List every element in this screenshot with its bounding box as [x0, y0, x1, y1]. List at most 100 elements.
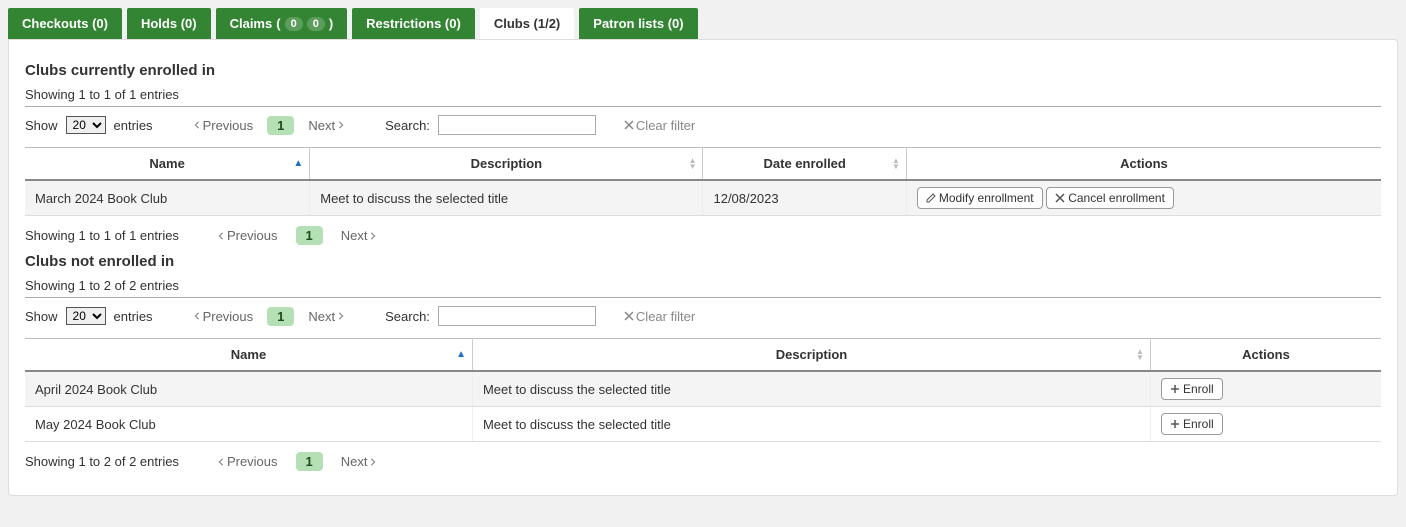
chevron-left-icon	[193, 312, 201, 320]
col-description-label: Description	[776, 347, 848, 362]
plus-icon	[1170, 419, 1180, 429]
not-enrolled-footer: Showing 1 to 2 of 2 entries Previous 1 N…	[25, 452, 1381, 471]
tab-clubs[interactable]: Clubs (1/2)	[480, 8, 574, 39]
table-row: May 2024 Book Club Meet to discuss the s…	[25, 407, 1381, 442]
sort-icon: ▲▼	[689, 158, 697, 170]
cell-name: May 2024 Book Club	[25, 407, 472, 442]
x-icon	[1055, 193, 1065, 203]
enrolled-footer-next[interactable]: Next	[335, 226, 384, 245]
enroll-label: Enroll	[1183, 382, 1214, 396]
tab-claims[interactable]: Claims ( 0 0 )	[216, 8, 348, 39]
enrolled-next-label: Next	[308, 118, 335, 133]
tab-checkouts[interactable]: Checkouts (0)	[8, 8, 122, 39]
enrolled-clear-filter[interactable]: Clear filter	[624, 118, 695, 133]
not-enrolled-controls: Show 20 entries Previous 1 Next Search: …	[25, 306, 1381, 326]
chevron-right-icon	[337, 121, 345, 129]
cancel-enrollment-button[interactable]: Cancel enrollment	[1046, 187, 1174, 209]
tab-restrictions[interactable]: Restrictions (0)	[352, 8, 475, 39]
chevron-left-icon	[217, 458, 225, 466]
enrolled-controls: Show 20 entries Previous 1 Next Search: …	[25, 115, 1381, 135]
col-description-label: Description	[471, 156, 543, 171]
cell-name: March 2024 Book Club	[25, 180, 310, 216]
enrolled-footer: Showing 1 to 1 of 1 entries Previous 1 N…	[25, 226, 1381, 245]
enrolled-current-page: 1	[267, 116, 294, 135]
cell-description: Meet to discuss the selected title	[472, 371, 1150, 407]
col-actions: Actions	[906, 148, 1381, 181]
cell-actions: Enroll	[1150, 371, 1381, 407]
not-enrolled-footer-prev[interactable]: Previous	[211, 452, 284, 471]
tab-patron-lists[interactable]: Patron lists (0)	[579, 8, 697, 39]
col-name-label: Name	[149, 156, 184, 171]
col-description[interactable]: Description ▲▼	[310, 148, 703, 181]
cell-actions: Modify enrollment Cancel enrollment	[906, 180, 1381, 216]
tab-bar: Checkouts (0) Holds (0) Claims ( 0 0 ) R…	[8, 8, 1398, 39]
col-description[interactable]: Description ▲▼	[472, 339, 1150, 372]
cell-description: Meet to discuss the selected title	[310, 180, 703, 216]
claims-count-2: 0	[307, 17, 325, 31]
sort-asc-icon: ▲	[293, 161, 303, 167]
chevron-left-icon	[217, 232, 225, 240]
tab-claims-label: Claims	[230, 16, 273, 31]
prev-label: Previous	[227, 454, 278, 469]
entries-label: entries	[114, 118, 153, 133]
col-name[interactable]: Name ▲	[25, 148, 310, 181]
not-enrolled-search-input[interactable]	[438, 306, 596, 326]
plus-icon	[1170, 384, 1180, 394]
chevron-right-icon	[337, 312, 345, 320]
col-name[interactable]: Name ▲	[25, 339, 472, 372]
tab-holds[interactable]: Holds (0)	[127, 8, 211, 39]
sort-asc-icon: ▲	[456, 352, 466, 358]
x-icon	[624, 311, 634, 321]
not-enrolled-footer-page: 1	[296, 452, 323, 471]
show-label: Show	[25, 118, 58, 133]
enroll-label: Enroll	[1183, 417, 1214, 431]
not-enrolled-current-page: 1	[267, 307, 294, 326]
col-date-enrolled[interactable]: Date enrolled ▲▼	[703, 148, 906, 181]
enrolled-footer-info: Showing 1 to 1 of 1 entries	[25, 228, 179, 243]
not-enrolled-next[interactable]: Next	[302, 307, 351, 326]
not-enrolled-footer-next[interactable]: Next	[335, 452, 384, 471]
sort-icon: ▲▼	[892, 158, 900, 170]
enrolled-footer-prev[interactable]: Previous	[211, 226, 284, 245]
clear-filter-label: Clear filter	[636, 118, 695, 133]
chevron-left-icon	[193, 121, 201, 129]
table-row: March 2024 Book Club Meet to discuss the…	[25, 180, 1381, 216]
chevron-right-icon	[369, 232, 377, 240]
col-actions-label: Actions	[1120, 156, 1168, 171]
cell-actions: Enroll	[1150, 407, 1381, 442]
prev-label: Previous	[203, 309, 254, 324]
not-enrolled-prev[interactable]: Previous	[187, 307, 260, 326]
cancel-label: Cancel enrollment	[1068, 191, 1165, 205]
tab-claims-paren-close: )	[329, 16, 333, 31]
enrolled-search-input[interactable]	[438, 115, 596, 135]
not-enrolled-clear-filter[interactable]: Clear filter	[624, 309, 695, 324]
pencil-icon	[926, 193, 936, 203]
next-label: Next	[341, 454, 368, 469]
modify-label: Modify enrollment	[939, 191, 1034, 205]
col-name-label: Name	[231, 347, 266, 362]
not-enrolled-info: Showing 1 to 2 of 2 entries	[25, 278, 1381, 298]
not-enrolled-footer-info: Showing 1 to 2 of 2 entries	[25, 454, 179, 469]
modify-enrollment-button[interactable]: Modify enrollment	[917, 187, 1043, 209]
not-enrolled-heading: Clubs not enrolled in	[25, 253, 1381, 270]
col-date-label: Date enrolled	[764, 156, 846, 171]
next-label: Next	[341, 228, 368, 243]
enrolled-next[interactable]: Next	[302, 116, 351, 135]
prev-label: Previous	[227, 228, 278, 243]
enrolled-table: Name ▲ Description ▲▼ Date enrolled ▲▼ A…	[25, 147, 1381, 216]
enroll-button[interactable]: Enroll	[1161, 413, 1223, 435]
not-enrolled-table: Name ▲ Description ▲▼ Actions April 2024…	[25, 338, 1381, 442]
col-actions-label: Actions	[1242, 347, 1290, 362]
enrolled-page-size-select[interactable]: 20	[66, 116, 106, 134]
enrolled-prev[interactable]: Previous	[187, 116, 260, 135]
enrolled-info: Showing 1 to 1 of 1 entries	[25, 87, 1381, 107]
next-label: Next	[308, 309, 335, 324]
enroll-button[interactable]: Enroll	[1161, 378, 1223, 400]
clear-filter-label: Clear filter	[636, 309, 695, 324]
col-actions: Actions	[1150, 339, 1381, 372]
not-enrolled-search-label: Search:	[385, 309, 430, 324]
x-icon	[624, 120, 634, 130]
not-enrolled-page-size-select[interactable]: 20	[66, 307, 106, 325]
chevron-right-icon	[369, 458, 377, 466]
tab-claims-paren: (	[276, 16, 280, 31]
